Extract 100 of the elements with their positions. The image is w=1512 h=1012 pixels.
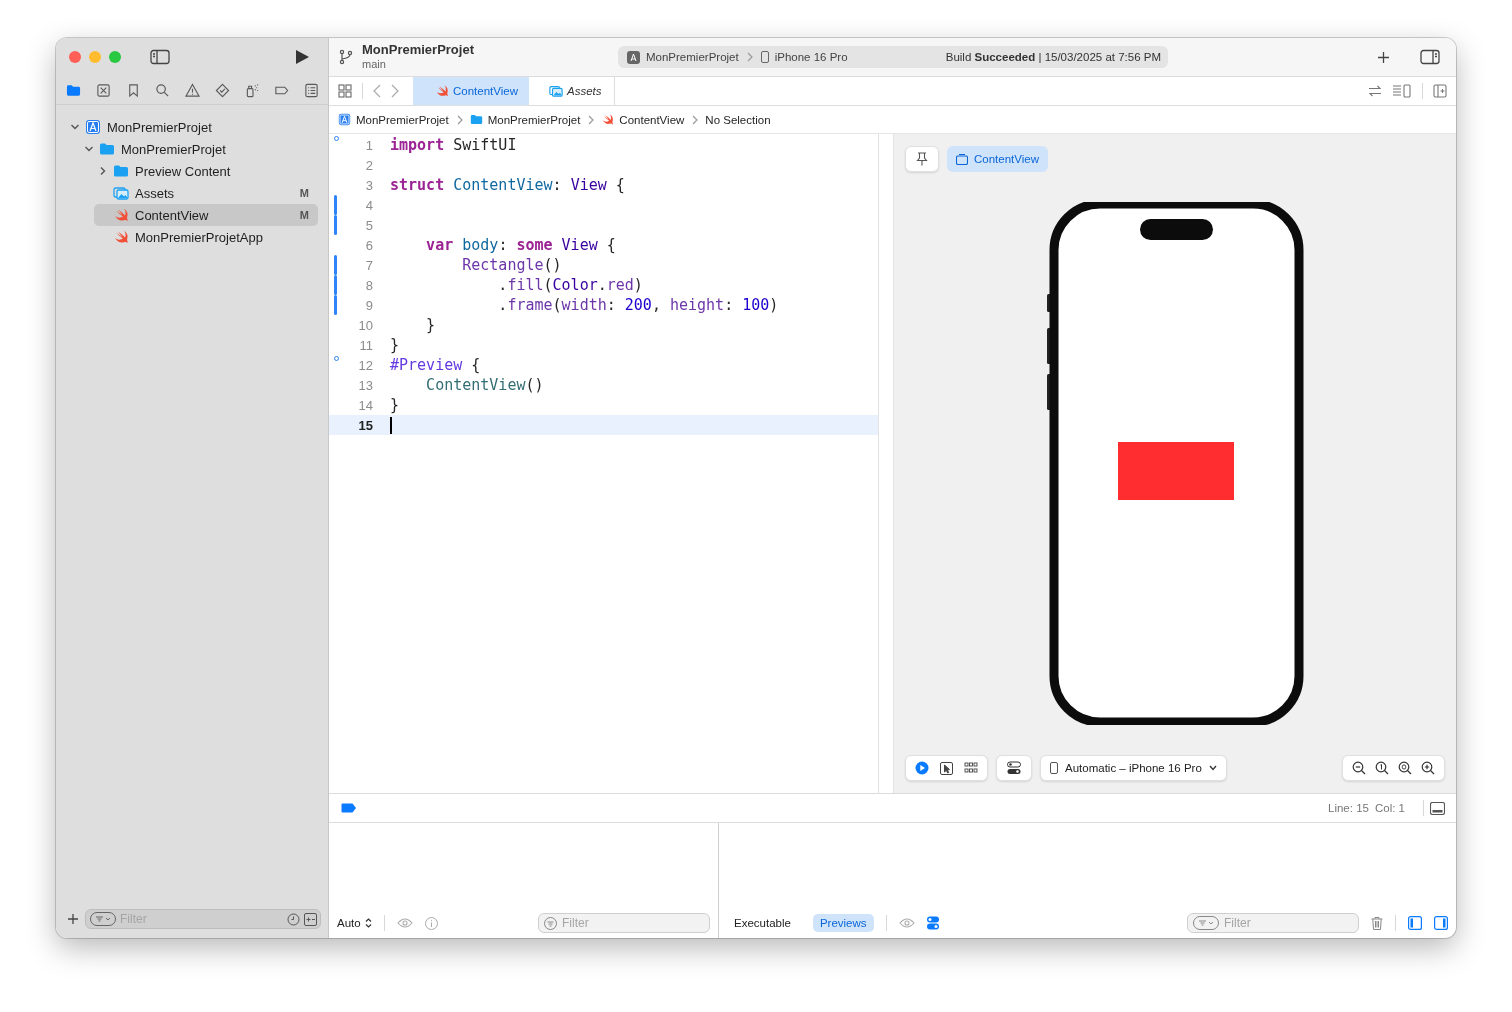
console-tab[interactable]: Executable <box>727 914 798 932</box>
line-number: 15 <box>357 417 373 433</box>
tree-item[interactable]: MonPremierProjet <box>66 116 318 138</box>
run-destination[interactable]: iPhone 16 Pro <box>774 51 848 63</box>
breadcrumb-item[interactable]: ContentView <box>619 113 685 126</box>
breadcrumb-item[interactable]: MonPremierProjet <box>487 113 581 126</box>
pin-button[interactable] <box>905 146 939 172</box>
line-number: 10 <box>357 317 373 333</box>
build-status: Build Succeeded | 15/03/2025 at 7:56 PM <box>945 51 1161 63</box>
chevron-down-icon <box>1208 765 1217 771</box>
cursor-column: Col: 1 <box>1374 802 1405 814</box>
zoom-out-icon[interactable] <box>1352 761 1366 775</box>
app-icon <box>338 113 351 126</box>
image-stack-icon <box>113 185 129 201</box>
code-line: var body: some View { <box>425 236 616 254</box>
tree-item[interactable]: MonPremierProjetApp <box>94 226 318 248</box>
breadcrumb-item[interactable]: MonPremierProjet <box>356 113 449 126</box>
zoom-to-fit-icon[interactable] <box>1398 761 1412 775</box>
variants-button[interactable] <box>964 762 978 774</box>
sidebar-toggle-icon[interactable] <box>150 49 170 65</box>
editor-tab[interactable]: ContentView <box>413 77 529 105</box>
x-square-icon[interactable] <box>95 82 111 98</box>
settings-toggle-button[interactable] <box>996 755 1032 781</box>
branch-name: main <box>362 57 387 71</box>
tree-item[interactable]: Preview Content <box>94 160 318 182</box>
status-letter: M <box>299 209 309 221</box>
line-number: 4 <box>364 197 373 213</box>
scope-selector[interactable]: Auto <box>337 917 372 929</box>
chevron-down-icon[interactable] <box>84 144 94 154</box>
pin-icon <box>916 152 928 166</box>
grid-icon[interactable] <box>338 84 352 98</box>
chevron-right-icon <box>456 114 463 125</box>
bottom-panel-icon[interactable] <box>1430 801 1445 815</box>
breakpoint-tag-icon[interactable] <box>341 803 357 813</box>
plus-icon[interactable] <box>1377 50 1390 64</box>
spray-can-icon[interactable] <box>244 82 260 98</box>
left-panel-icon[interactable] <box>1408 916 1422 930</box>
bird-icon <box>601 113 615 126</box>
code-line: struct ContentView: View { <box>390 176 625 194</box>
console-tab[interactable]: Previews <box>812 914 874 932</box>
live-mode-button[interactable] <box>915 761 929 775</box>
eye-icon[interactable] <box>898 918 915 928</box>
warning-icon[interactable] <box>185 82 200 98</box>
add-editor-icon[interactable] <box>1433 84 1447 98</box>
line-number: 13 <box>357 377 373 393</box>
code-line: } <box>390 396 400 414</box>
code-line: .fill(Color.red) <box>497 276 643 294</box>
zoom-in-icon[interactable] <box>1421 761 1435 775</box>
line-number: 7 <box>364 257 373 273</box>
chevron-right-icon[interactable] <box>98 166 108 176</box>
phone-icon <box>1050 762 1058 774</box>
cursor-line: Line: 15 <box>1328 802 1369 814</box>
line-number: 8 <box>364 277 373 293</box>
chevron-right-icon <box>588 114 595 125</box>
diamond-check-icon[interactable] <box>214 82 230 98</box>
code-line: } <box>390 336 400 354</box>
clock-icon[interactable] <box>287 912 300 926</box>
close-button[interactable] <box>69 51 81 63</box>
tree-item[interactable]: ContentView M <box>94 204 318 226</box>
search-icon[interactable] <box>155 82 171 98</box>
window-icon <box>956 153 968 165</box>
chevron-down-icon[interactable] <box>70 122 80 132</box>
line-number: 6 <box>364 237 373 253</box>
scheme-name[interactable]: MonPremierProjet <box>646 51 739 63</box>
folder-icon <box>113 163 129 179</box>
app-icon <box>85 119 101 135</box>
app-icon <box>627 50 640 64</box>
actual-size-icon[interactable] <box>1375 761 1389 775</box>
branch-icon <box>339 49 353 65</box>
swap-arrows-icon[interactable] <box>1368 84 1382 98</box>
list-icon[interactable] <box>304 82 319 98</box>
filter-icon <box>544 916 557 930</box>
back-icon[interactable] <box>373 84 381 98</box>
folder-icon <box>99 141 115 157</box>
plus-icon[interactable] <box>67 913 79 925</box>
right-panel-icon[interactable] <box>1434 916 1448 930</box>
line-number: 3 <box>364 177 373 193</box>
breadcrumb-item[interactable]: No Selection <box>705 113 771 126</box>
device-selector[interactable]: Automatic – iPhone 16 Pro <box>1040 755 1227 781</box>
toggles-icon[interactable] <box>926 916 939 930</box>
editor-tab[interactable]: Assets <box>529 77 614 105</box>
tree-item[interactable]: Assets M <box>94 182 318 204</box>
code-line: Rectangle() <box>461 256 562 274</box>
code-editor[interactable]: 1 import SwiftUI 2 3 struct ContentView: View { 4 5 6 var body: some View { 7 Rectangle() 8 .fill(Color.red) 9 .frame(width: 200, height: 100) 10 } 11 } 12 #Preview { 13 ContentView() 14 } 15 <box>329 134 879 793</box>
line-number: 12 <box>357 357 373 373</box>
inspector-toggle-icon[interactable] <box>1420 49 1440 65</box>
filter-options-icon[interactable] <box>90 912 116 926</box>
preview-title-button[interactable]: ContentView <box>947 146 1048 172</box>
play-icon[interactable] <box>294 49 310 65</box>
forward-icon[interactable] <box>391 84 399 98</box>
trash-icon[interactable] <box>1371 916 1383 930</box>
folder-icon[interactable] <box>66 82 81 98</box>
eye-icon[interactable] <box>396 918 413 928</box>
tree-item[interactable]: MonPremierProjet <box>80 138 318 160</box>
filter-options-icon[interactable] <box>1193 916 1219 930</box>
selectable-mode-button[interactable] <box>940 761 953 775</box>
line-number: 2 <box>364 157 373 173</box>
text-cursor <box>390 416 392 434</box>
bird-icon <box>113 229 129 245</box>
plus-minus-box-icon[interactable] <box>304 912 317 926</box>
